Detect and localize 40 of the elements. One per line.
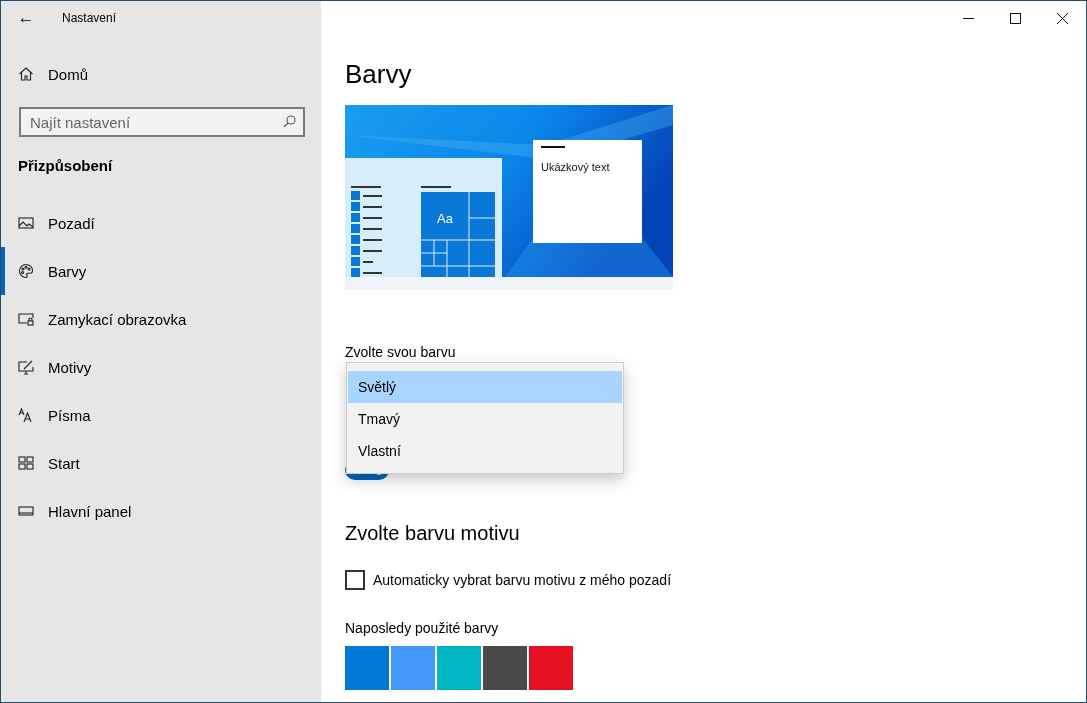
sidebar-item[interactable]: Písma xyxy=(1,391,321,439)
page-title: Barvy xyxy=(345,58,413,91)
color-swatch[interactable] xyxy=(529,646,573,690)
home-link[interactable]: Domů xyxy=(1,50,321,98)
sidebar-item[interactable]: Pozadí xyxy=(1,199,321,247)
taskbar-icon xyxy=(18,503,34,519)
sidebar-item[interactable]: Barvy xyxy=(1,247,321,295)
section-heading: Zvolte barvu motivu xyxy=(345,521,521,546)
back-button[interactable]: ← xyxy=(1,1,51,35)
search-icon xyxy=(283,115,296,128)
search-field[interactable]: Najít nastavení xyxy=(19,107,305,137)
sidebar-item[interactable]: Motivy xyxy=(1,343,321,391)
sidebar-item[interactable]: Start xyxy=(1,439,321,487)
color-swatch[interactable] xyxy=(483,646,527,690)
sidebar-item[interactable]: Hlavní panel xyxy=(1,487,321,535)
menu-item[interactable]: Světlý xyxy=(348,371,622,403)
menu-item[interactable]: Tmavý xyxy=(348,403,622,435)
home-icon xyxy=(18,66,34,82)
close-icon xyxy=(1057,12,1068,24)
field-label: Zvolte svou barvu xyxy=(345,343,457,361)
checkbox[interactable] xyxy=(345,570,365,590)
menu-item[interactable]: Vlastní xyxy=(348,435,622,467)
color-swatch[interactable] xyxy=(437,646,481,690)
section-title: Přizpůsobení xyxy=(18,157,114,174)
sidebar-item[interactable]: Zamykací obrazovka xyxy=(1,295,321,343)
color-swatch[interactable] xyxy=(345,646,389,690)
sample-text: Ukázkový text xyxy=(541,161,610,173)
recent-colors-label: Naposledy použité barvy xyxy=(345,619,500,637)
title-line xyxy=(541,146,565,148)
checkbox-label: Automaticky vybrat barvu motivu z mého pozadí xyxy=(373,572,672,588)
theme-icon xyxy=(18,359,34,375)
start-icon xyxy=(18,455,34,471)
fonts-icon xyxy=(18,407,34,423)
palette-icon xyxy=(18,263,34,279)
picture-icon xyxy=(18,215,34,231)
color-swatch[interactable] xyxy=(391,646,435,690)
maximize-icon xyxy=(1010,12,1021,24)
tile-label: Aa xyxy=(437,211,453,226)
window-title: Nastavení xyxy=(62,11,117,25)
lock-icon xyxy=(18,311,34,327)
